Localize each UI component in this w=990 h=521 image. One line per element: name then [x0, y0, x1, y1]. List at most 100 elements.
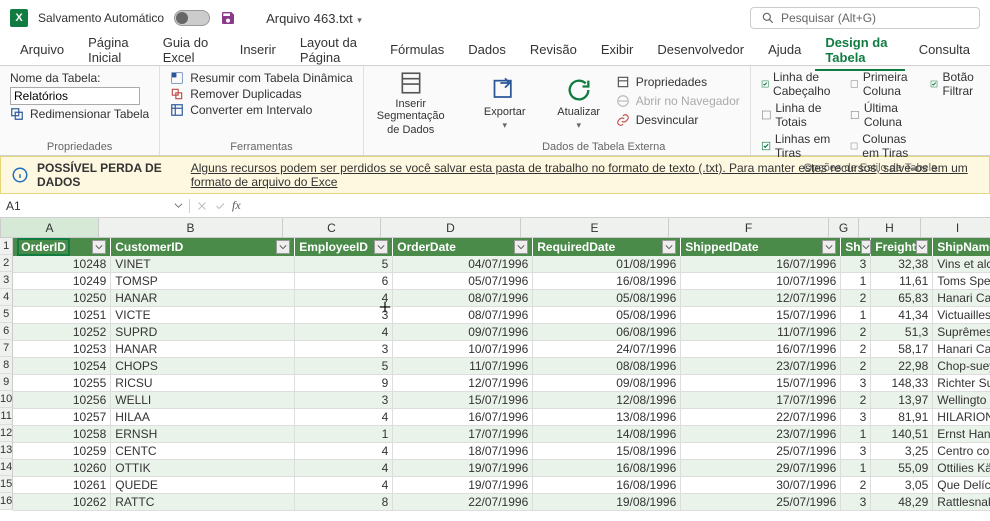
- table-header-cell[interactable]: EmployeeID: [295, 238, 393, 256]
- cell[interactable]: Richter Su: [933, 375, 990, 392]
- header-row-check[interactable]: Linha de Cabeçalho: [761, 70, 836, 98]
- cell[interactable]: SUPRD: [111, 324, 295, 341]
- row-header[interactable]: 16: [0, 493, 13, 510]
- cell[interactable]: 15/08/1996: [533, 443, 681, 460]
- filter-button-check[interactable]: Botão Filtrar: [930, 70, 980, 98]
- cell[interactable]: 09/07/1996: [393, 324, 533, 341]
- filter-button[interactable]: [374, 240, 388, 254]
- row-header[interactable]: 4: [0, 289, 13, 306]
- column-header[interactable]: G: [829, 218, 859, 237]
- cell[interactable]: CENTC: [111, 443, 295, 460]
- tab-revisão[interactable]: Revisão: [520, 38, 587, 63]
- table-header-cell[interactable]: ShippedDate: [681, 238, 841, 256]
- cell[interactable]: 17/07/1996: [681, 392, 841, 409]
- cell[interactable]: 4: [295, 443, 393, 460]
- row-header[interactable]: 13: [0, 442, 13, 459]
- cell[interactable]: 09/08/1996: [533, 375, 681, 392]
- row-header[interactable]: 10: [0, 391, 13, 408]
- column-header[interactable]: B: [99, 218, 283, 237]
- cell[interactable]: RICSU: [111, 375, 295, 392]
- cell[interactable]: 15/07/1996: [681, 375, 841, 392]
- name-box[interactable]: A1: [0, 199, 190, 213]
- cell[interactable]: 2: [841, 392, 871, 409]
- row-header[interactable]: 11: [0, 408, 13, 425]
- unlink-button[interactable]: Desvincular: [616, 112, 740, 128]
- cell[interactable]: 148,33: [871, 375, 933, 392]
- tab-guia-do-excel[interactable]: Guia do Excel: [153, 31, 226, 71]
- cell[interactable]: HILAA: [111, 409, 295, 426]
- search-input[interactable]: Pesquisar (Alt+G): [750, 7, 980, 29]
- cell[interactable]: Chop-suey: [933, 358, 990, 375]
- cell[interactable]: 12/07/1996: [393, 375, 533, 392]
- cell[interactable]: 3: [841, 409, 871, 426]
- cell[interactable]: 140,51: [871, 426, 933, 443]
- cell[interactable]: 10260: [13, 460, 111, 477]
- cell[interactable]: Wellingto: [933, 392, 990, 409]
- cell[interactable]: 22/07/1996: [393, 494, 533, 511]
- cell[interactable]: 65,83: [871, 290, 933, 307]
- cell[interactable]: 3: [841, 375, 871, 392]
- column-header[interactable]: D: [381, 218, 521, 237]
- cell[interactable]: 4: [295, 460, 393, 477]
- cell[interactable]: 3,05: [871, 477, 933, 494]
- row-header[interactable]: 12: [0, 425, 13, 442]
- cell[interactable]: TOMSP: [111, 273, 295, 290]
- cell[interactable]: 6: [295, 273, 393, 290]
- tab-dados[interactable]: Dados: [458, 38, 516, 63]
- filter-button[interactable]: [276, 240, 290, 254]
- cell[interactable]: 3,25: [871, 443, 933, 460]
- cell[interactable]: 1: [841, 460, 871, 477]
- tab-consulta[interactable]: Consulta: [909, 38, 980, 63]
- cell[interactable]: 10262: [13, 494, 111, 511]
- cell[interactable]: 16/07/1996: [681, 256, 841, 273]
- row-header[interactable]: 14: [0, 459, 13, 476]
- cell[interactable]: 10256: [13, 392, 111, 409]
- pivot-button[interactable]: Resumir com Tabela Dinâmica: [170, 70, 353, 86]
- resize-table-button[interactable]: Redimensionar Tabela: [10, 106, 149, 122]
- cell[interactable]: VICTE: [111, 307, 295, 324]
- cell[interactable]: Ernst Hanc: [933, 426, 990, 443]
- cell[interactable]: 81,91: [871, 409, 933, 426]
- cell[interactable]: 29/07/1996: [681, 460, 841, 477]
- cell[interactable]: RATTC: [111, 494, 295, 511]
- cell[interactable]: 10258: [13, 426, 111, 443]
- cell[interactable]: 25/07/1996: [681, 443, 841, 460]
- export-button[interactable]: Exportar▾: [468, 70, 542, 136]
- cell[interactable]: 2: [841, 324, 871, 341]
- cell[interactable]: 2: [841, 358, 871, 375]
- banded-rows-check[interactable]: Linhas em Tiras: [761, 132, 836, 160]
- cell[interactable]: 10254: [13, 358, 111, 375]
- warning-text[interactable]: Alguns recursos podem ser perdidos se vo…: [191, 161, 979, 189]
- enter-icon[interactable]: [214, 200, 226, 212]
- refresh-button[interactable]: Atualizar▾: [542, 70, 616, 136]
- column-header[interactable]: A: [1, 218, 99, 237]
- tab-layout-da-página[interactable]: Layout da Página: [290, 31, 376, 71]
- cell[interactable]: 18/07/1996: [393, 443, 533, 460]
- cell[interactable]: 16/07/1996: [393, 409, 533, 426]
- row-header[interactable]: 3: [0, 272, 13, 289]
- filter-button[interactable]: [916, 240, 928, 254]
- row-header[interactable]: 15: [0, 476, 13, 493]
- cell[interactable]: Hanari Car: [933, 290, 990, 307]
- row-header[interactable]: 5: [0, 306, 13, 323]
- cell[interactable]: 05/08/1996: [533, 290, 681, 307]
- tab-arquivo[interactable]: Arquivo: [10, 38, 74, 63]
- cell[interactable]: 22,98: [871, 358, 933, 375]
- tab-desenvolvedor[interactable]: Desenvolvedor: [647, 38, 754, 63]
- table-header-cell[interactable]: ShipName: [933, 238, 990, 256]
- cell[interactable]: Victuailles: [933, 307, 990, 324]
- column-header[interactable]: C: [283, 218, 381, 237]
- cell[interactable]: 08/08/1996: [533, 358, 681, 375]
- cell[interactable]: 04/07/1996: [393, 256, 533, 273]
- cell[interactable]: 10255: [13, 375, 111, 392]
- cell[interactable]: 10249: [13, 273, 111, 290]
- cell[interactable]: 12/08/1996: [533, 392, 681, 409]
- cell[interactable]: 17/07/1996: [393, 426, 533, 443]
- cell[interactable]: 41,34: [871, 307, 933, 324]
- cell[interactable]: 1: [841, 273, 871, 290]
- save-icon[interactable]: [220, 10, 236, 26]
- cell[interactable]: 13/08/1996: [533, 409, 681, 426]
- filter-button[interactable]: [662, 240, 676, 254]
- first-col-check[interactable]: Primeira Coluna: [850, 70, 916, 98]
- cell[interactable]: 23/07/1996: [681, 426, 841, 443]
